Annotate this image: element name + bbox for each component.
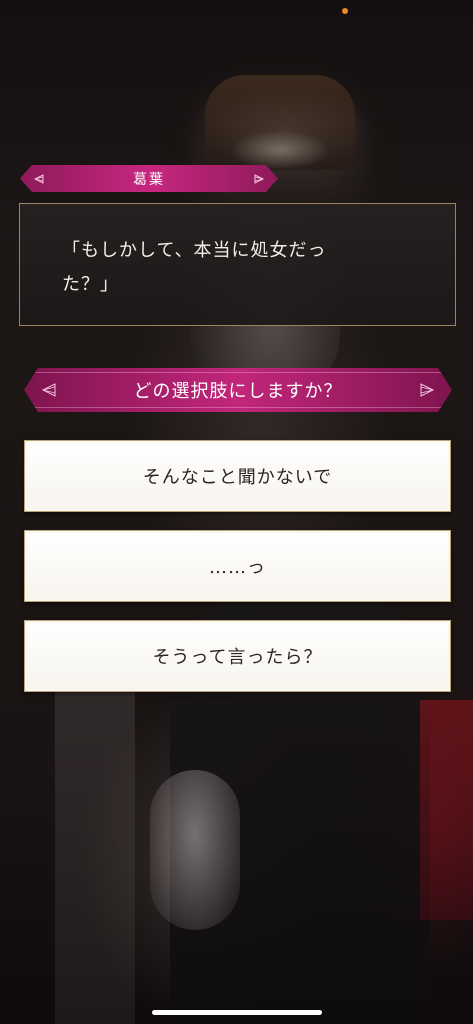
fan-ornament-icon xyxy=(420,383,434,397)
home-indicator[interactable] xyxy=(152,1010,322,1015)
character-fur-silhouette xyxy=(55,650,135,1024)
character-tail-tassel xyxy=(150,770,240,930)
choice-label: そんなこと聞かないで xyxy=(142,467,333,488)
background-lamp-glow xyxy=(230,130,330,170)
choice-prompt-banner: どの選択肢にしますか？ xyxy=(24,368,452,412)
game-screen: 葛葉 「もしかして、本当に処女だっ た？」 どの選択肢にしますか？ そんなこと聞… xyxy=(0,0,473,1024)
choice-button-2[interactable]: ……っ xyxy=(24,530,451,602)
choice-label: そうって言ったら？ xyxy=(152,647,323,668)
choice-button-3[interactable]: そうって言ったら？ xyxy=(24,620,451,692)
choice-label: ……っ xyxy=(209,557,266,578)
dialogue-box[interactable]: 「もしかして、本当に処女だっ た？」 xyxy=(19,203,456,326)
choice-button-1[interactable]: そんなこと聞かないで xyxy=(24,440,451,512)
status-indicator-dot xyxy=(342,8,348,14)
choice-prompt-text: どの選択肢にしますか？ xyxy=(133,381,343,402)
fan-ornament-icon xyxy=(34,174,44,184)
dialogue-text: 「もしかして、本当に処女だっ た？」 xyxy=(62,240,327,295)
speaker-name: 葛葉 xyxy=(133,171,165,188)
speaker-name-plate: 葛葉 xyxy=(20,165,278,192)
fan-ornament-icon xyxy=(254,174,264,184)
background-red-cloth xyxy=(420,700,473,920)
fan-ornament-icon xyxy=(42,383,56,397)
